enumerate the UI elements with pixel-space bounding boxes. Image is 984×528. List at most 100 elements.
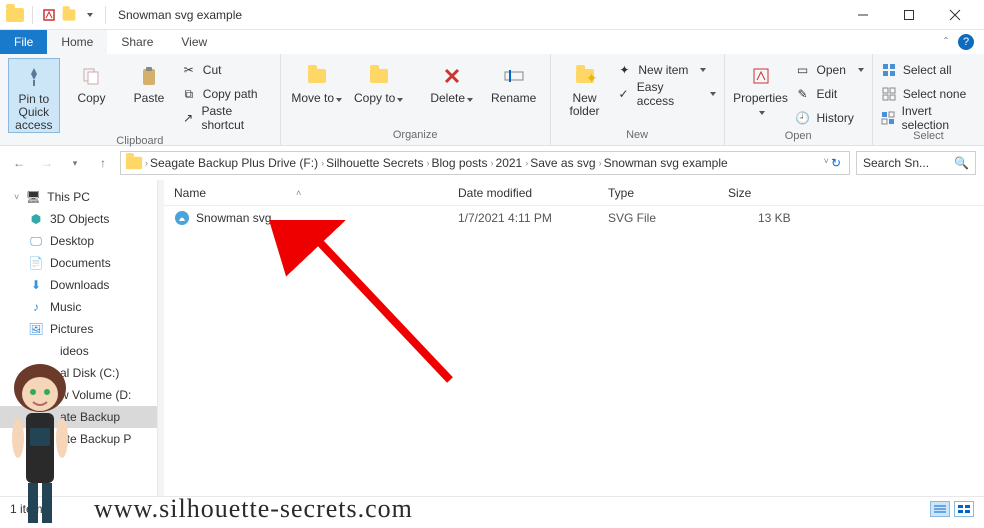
scissors-icon: ✂	[181, 62, 197, 78]
delete-button[interactable]: Delete	[424, 58, 480, 105]
up-button[interactable]: ↑	[92, 152, 114, 174]
minimize-button[interactable]	[840, 0, 886, 30]
col-date[interactable]: Date modified	[448, 186, 598, 200]
nav-item[interactable]: ⬢3D Objects	[0, 208, 157, 230]
downloads-icon: ⬇	[28, 277, 44, 293]
forward-button[interactable]: →	[36, 152, 58, 174]
qat-dropdown-icon[interactable]	[81, 7, 97, 23]
svg-file-icon	[174, 210, 190, 226]
separator	[105, 6, 106, 24]
tab-file[interactable]: File	[0, 30, 47, 54]
breadcrumb-path[interactable]: › Seagate Backup Plus Drive (F:)› Silhou…	[120, 151, 850, 175]
properties-button[interactable]: Properties	[733, 58, 789, 118]
edit-button[interactable]: ✎Edit	[795, 84, 864, 104]
crumb[interactable]: Blog posts›	[431, 156, 493, 170]
help-icon[interactable]: ?	[958, 34, 974, 50]
col-name[interactable]: Name˄	[164, 186, 448, 200]
desktop-icon: 🖵	[28, 233, 44, 249]
select-none-icon	[881, 86, 897, 102]
crumb[interactable]: Save as svg›	[530, 156, 601, 170]
nav-item[interactable]: 📄Documents	[0, 252, 157, 274]
back-button[interactable]: ←	[8, 152, 30, 174]
cut-button[interactable]: ✂Cut	[181, 60, 272, 80]
tab-view[interactable]: View	[167, 30, 221, 54]
details-view-button[interactable]	[930, 501, 950, 517]
path-dropdown-icon[interactable]: ˅	[824, 156, 829, 170]
nav-item[interactable]: ideos	[0, 340, 157, 362]
music-icon: ♪	[28, 299, 44, 315]
select-all-icon	[881, 62, 897, 78]
watermark-text: www.silhouette-secrets.com	[94, 494, 413, 524]
pin-quick-access-button[interactable]: Pin to Quick access	[8, 58, 60, 133]
crumb[interactable]: Silhouette Secrets›	[326, 156, 429, 170]
file-list: Name˄ Date modified Type Size Snowman sv…	[164, 180, 984, 496]
maximize-button[interactable]	[886, 0, 932, 30]
file-date: 1/7/2021 4:11 PM	[448, 211, 598, 225]
nav-item[interactable]: w Volume (D:	[0, 384, 157, 406]
nav-item-selected[interactable]: ate Backup	[0, 406, 157, 428]
open-button[interactable]: ▭Open	[795, 60, 864, 80]
paste-shortcut-button[interactable]: ↗Paste shortcut	[181, 108, 272, 128]
nav-item[interactable]: ate Backup P	[0, 428, 157, 450]
thumbnails-view-button[interactable]	[954, 501, 974, 517]
copy-path-button[interactable]: ⧉Copy path	[181, 84, 272, 104]
select-none-button[interactable]: Select none	[881, 84, 976, 104]
nav-item[interactable]: 🖼Pictures	[0, 318, 157, 340]
move-to-button[interactable]: Move to	[289, 58, 345, 105]
rename-button[interactable]: Rename	[486, 58, 542, 105]
group-clipboard: Pin to Quick access Copy Paste ✂Cut ⧉Cop…	[0, 54, 281, 145]
folder-icon	[6, 8, 24, 22]
col-type[interactable]: Type	[598, 186, 718, 200]
window-title: Snowman svg example	[118, 8, 242, 22]
select-all-button[interactable]: Select all	[881, 60, 976, 80]
address-bar: ← → ▾ ↑ › Seagate Backup Plus Drive (F:)…	[0, 146, 984, 180]
column-headers: Name˄ Date modified Type Size	[164, 180, 984, 206]
crumb[interactable]: 2021›	[496, 156, 529, 170]
nav-pane[interactable]: ˅🖥This PC ⬢3D Objects 🖵Desktop 📄Document…	[0, 180, 158, 496]
title-bar: Snowman svg example	[0, 0, 984, 30]
easy-access-icon: ✓	[616, 86, 630, 102]
qat-newfolder-icon[interactable]	[61, 7, 77, 23]
copy-path-icon: ⧉	[181, 86, 197, 102]
shortcut-icon: ↗	[181, 110, 196, 126]
file-row[interactable]: Snowman svg 1/7/2021 4:11 PM SVG File 13…	[164, 206, 984, 230]
new-folder-button[interactable]: ✦New folder	[559, 58, 611, 118]
nav-item[interactable]: al Disk (C:)	[0, 362, 157, 384]
invert-icon	[881, 110, 896, 126]
crumb[interactable]: Seagate Backup Plus Drive (F:)›	[150, 156, 324, 170]
copy-button[interactable]: Copy	[66, 58, 118, 105]
recent-button[interactable]: ▾	[64, 152, 86, 174]
file-name: Snowman svg	[196, 211, 271, 225]
invert-selection-button[interactable]: Invert selection	[881, 108, 976, 128]
refresh-icon[interactable]: ↻	[831, 156, 841, 170]
group-open: Properties ▭Open ✎Edit 🕘History Open	[725, 54, 873, 145]
new-item-button[interactable]: ✦New item	[616, 60, 715, 80]
file-type: SVG File	[598, 211, 718, 225]
search-icon: 🔍	[954, 156, 969, 170]
3d-icon: ⬢	[28, 211, 44, 227]
history-button[interactable]: 🕘History	[795, 108, 864, 128]
copy-to-button[interactable]: Copy to	[351, 58, 407, 105]
tab-home[interactable]: Home	[47, 30, 107, 54]
ribbon-tabs: File Home Share View ˆ ?	[0, 30, 984, 54]
crumb[interactable]: Snowman svg example	[604, 156, 728, 170]
item-count: 1 item	[10, 502, 43, 516]
open-icon: ▭	[795, 62, 811, 78]
group-select: Select all Select none Invert selection …	[873, 54, 984, 145]
nav-item[interactable]: ♪Music	[0, 296, 157, 318]
nav-item[interactable]: ⬇Downloads	[0, 274, 157, 296]
qat-properties-icon[interactable]	[41, 7, 57, 23]
history-icon: 🕘	[795, 110, 811, 126]
nav-this-pc[interactable]: ˅🖥This PC	[0, 186, 157, 208]
group-new: ✦New folder ✦New item ✓Easy access New	[551, 54, 725, 145]
close-button[interactable]	[932, 0, 978, 30]
easy-access-button[interactable]: ✓Easy access	[616, 84, 715, 104]
nav-item[interactable]: 🖵Desktop	[0, 230, 157, 252]
paste-button[interactable]: Paste	[123, 58, 175, 105]
search-box[interactable]: Search Sn...🔍	[856, 151, 976, 175]
separator	[32, 6, 33, 24]
tab-share[interactable]: Share	[107, 30, 167, 54]
col-size[interactable]: Size	[718, 186, 984, 200]
ribbon-collapse-icon[interactable]: ˆ	[944, 35, 948, 49]
pc-icon: 🖥	[25, 189, 41, 205]
